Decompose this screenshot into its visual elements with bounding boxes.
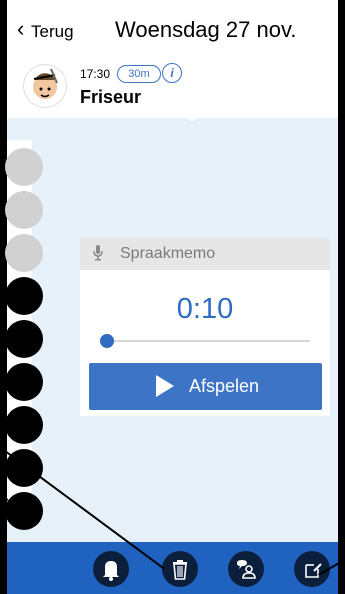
memo-duration: 0:10 bbox=[176, 293, 234, 325]
header: ‹ Terug Woensdag 27 nov. 17:30 30m i Fri… bbox=[7, 0, 338, 118]
timer-dot-grey bbox=[5, 191, 43, 229]
contacts-button[interactable] bbox=[228, 551, 264, 587]
appointment-time: 17:30 bbox=[80, 67, 111, 81]
play-button-label: Afspelen bbox=[189, 376, 260, 396]
voice-memo-header: Spraakmemo bbox=[80, 238, 330, 270]
play-icon bbox=[156, 375, 174, 397]
appointment-title: Friseur bbox=[80, 87, 142, 107]
timer-dot-grey bbox=[5, 234, 43, 272]
timer-dot-black bbox=[5, 406, 43, 444]
playback-track[interactable] bbox=[102, 340, 310, 342]
trash-icon bbox=[173, 560, 187, 580]
bottom-toolbar bbox=[7, 542, 338, 594]
back-chevron-icon[interactable]: ‹ bbox=[17, 18, 24, 40]
bell-button[interactable] bbox=[93, 551, 129, 587]
screen: ‹ Terug Woensdag 27 nov. 17:30 30m i Fri… bbox=[0, 0, 345, 594]
page-title: Woensdag 27 nov. bbox=[115, 17, 297, 42]
info-icon[interactable]: i bbox=[162, 63, 182, 83]
hairdresser-avatar-icon bbox=[33, 68, 58, 99]
delete-button[interactable] bbox=[162, 551, 198, 587]
voice-memo-title: Spraakmemo bbox=[120, 245, 216, 262]
timer-dot-black bbox=[5, 277, 43, 315]
bell-icon bbox=[103, 561, 119, 581]
duration-badge-label: 30m bbox=[128, 68, 150, 80]
playback-thumb[interactable] bbox=[100, 334, 114, 348]
voice-memo-card: Spraakmemo 0:10 Afspelen bbox=[80, 238, 330, 416]
avatar bbox=[23, 64, 67, 108]
timer-label: 01:04 bbox=[2, 495, 35, 510]
microphone-icon bbox=[93, 245, 103, 261]
back-button[interactable]: Terug bbox=[31, 22, 74, 42]
play-button[interactable]: Afspelen bbox=[89, 363, 322, 410]
header-pointer bbox=[180, 110, 204, 122]
timer-dot-black bbox=[5, 363, 43, 401]
right-border bbox=[338, 0, 345, 594]
timer-dot-black bbox=[5, 320, 43, 358]
duration-badge: 30m bbox=[117, 65, 161, 83]
timer-dot-grey bbox=[5, 148, 43, 186]
contacts-icon bbox=[237, 560, 256, 579]
